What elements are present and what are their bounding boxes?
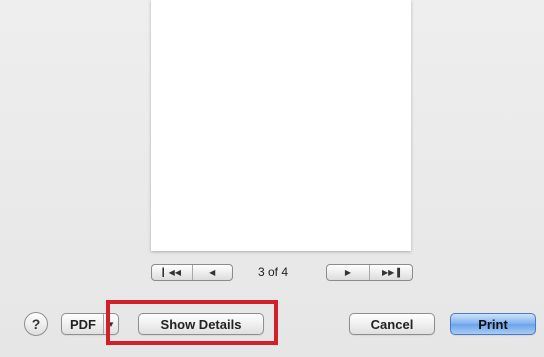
previous-page-icon: ◀ xyxy=(209,268,216,277)
pdf-menu-button[interactable]: PDF ▼ xyxy=(61,313,119,335)
back-navigation-group: ▎◀◀ ◀ xyxy=(151,264,233,281)
forward-navigation-group: ▶ ▶▶▐ xyxy=(326,264,413,281)
skip-to-first-icon: ▎◀◀ xyxy=(162,268,181,277)
skip-to-last-icon: ▶▶▐ xyxy=(382,268,400,277)
next-page-icon: ▶ xyxy=(344,268,352,277)
pdf-label: PDF xyxy=(70,316,96,332)
show-details-label: Show Details xyxy=(160,316,242,332)
help-button[interactable]: ? xyxy=(24,312,48,336)
previous-page-button[interactable]: ◀ xyxy=(191,265,233,280)
print-label: Print xyxy=(478,316,508,332)
show-details-button[interactable]: Show Details xyxy=(138,313,264,335)
cancel-label: Cancel xyxy=(370,316,414,332)
page-navigation: ▎◀◀ ◀ 3 of 4 ▶ ▶▶▐ xyxy=(0,264,544,284)
next-page-button[interactable]: ▶ xyxy=(327,265,369,280)
cancel-button[interactable]: Cancel xyxy=(349,313,435,335)
print-button[interactable]: Print xyxy=(450,313,536,335)
help-icon: ? xyxy=(31,316,41,332)
print-dialog: ▎◀◀ ◀ 3 of 4 ▶ ▶▶▐ ? PDF ▼ Show Details … xyxy=(0,0,544,357)
page-indicator: 3 of 4 xyxy=(258,265,289,279)
first-page-button[interactable]: ▎◀◀ xyxy=(152,265,192,280)
dropdown-arrow-icon: ▼ xyxy=(103,314,118,334)
page-preview xyxy=(151,0,411,251)
last-page-button[interactable]: ▶▶▐ xyxy=(369,265,412,280)
